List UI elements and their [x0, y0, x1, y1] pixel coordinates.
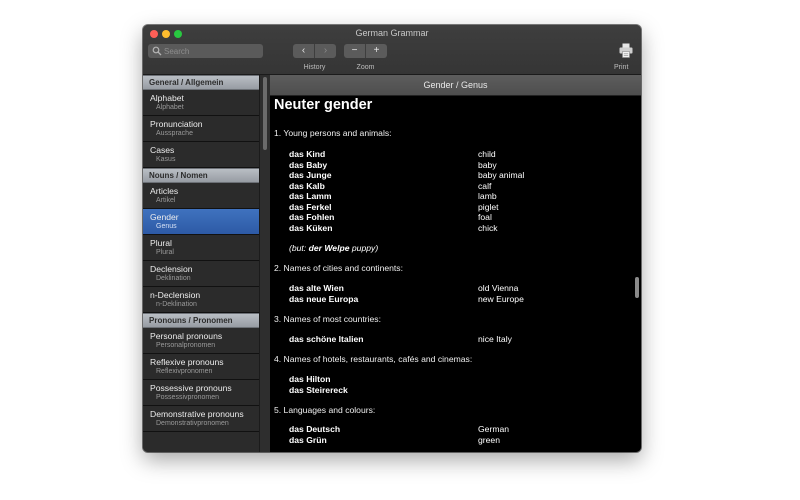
content-scroll-thumb[interactable] [635, 277, 639, 298]
term-de: das Grün [289, 434, 327, 445]
sidebar-item-gender[interactable]: Gender Genus [143, 209, 259, 235]
search-input[interactable] [164, 44, 258, 58]
term-de: das Fohlen [289, 212, 335, 222]
term-en: new Europe [478, 293, 524, 304]
sidebar-item-title: Plural [150, 238, 172, 248]
search-field[interactable] [148, 44, 263, 58]
section-header-pronouns: Pronouns / Pronomen [143, 313, 259, 328]
sidebar-item-subtitle: Kasus [156, 156, 176, 163]
zoom-in-button[interactable]: + [366, 44, 387, 58]
sidebar-item-possessive-pronouns[interactable]: Possessive pronouns Possessivpronomen [143, 380, 259, 406]
term-en: nice Italy [478, 334, 512, 344]
term-de: das alte Wien [289, 283, 344, 293]
term-en: foal [478, 212, 492, 222]
sidebar-item-plural[interactable]: Plural Plural [143, 235, 259, 261]
sidebar-item-title: Reflexive pronouns [150, 357, 224, 367]
section-heading: 4. Names of hotels, restaurants, cafés a… [274, 354, 473, 364]
sidebar-item-demonstrative-pronouns[interactable]: Demonstrative pronouns Demonstrativprono… [143, 406, 259, 432]
sidebar: General / Allgemein Alphabet Alphabet Pr… [143, 75, 259, 452]
sidebar-scroll-thumb[interactable] [263, 77, 267, 150]
sidebar-item-title: Personal pronouns [150, 331, 223, 341]
section-header-general: General / Allgemein [143, 75, 259, 90]
window-title: German Grammar [355, 28, 429, 38]
term-en: green [478, 434, 500, 445]
sidebar-item-subtitle: Plural [156, 249, 174, 256]
term-de: das Kalb [289, 180, 325, 191]
sidebar-item-articles[interactable]: Articles Artikel [143, 183, 259, 209]
sidebar-item-subtitle: Genus [156, 223, 177, 230]
term-de: das Ferkel [289, 201, 332, 212]
sidebar-item-declension[interactable]: Declension Deklination [143, 261, 259, 287]
sidebar-item-title: Gender [150, 212, 179, 222]
search-icon [152, 46, 162, 56]
history-control: ‹ › [293, 44, 336, 58]
sidebar-item-title: Demonstrative pronouns [150, 409, 244, 419]
sidebar-item-cases[interactable]: Cases Kasus [143, 142, 259, 168]
zoom-control: − + [344, 44, 387, 58]
sidebar-item-title: n-Declension [150, 290, 201, 300]
sidebar-item-title: Declension [150, 264, 193, 274]
app-window: German Grammar ‹ › History − + Zoom [143, 25, 641, 452]
term-de: das schöne Italien [289, 334, 364, 344]
printer-icon[interactable] [619, 43, 633, 58]
term-en: German [478, 424, 510, 434]
sidebar-item-subtitle: Deklination [156, 275, 191, 282]
term-en: old Vienna [478, 283, 519, 293]
sidebar-item-pronunciation[interactable]: Pronunciation Aussprache [143, 116, 259, 142]
sidebar-item-alphabet[interactable]: Alphabet Alphabet [143, 90, 259, 116]
sidebar-item-n-declension[interactable]: n-Declension n-Deklination [143, 287, 259, 313]
term-de: das neue Europa [289, 293, 359, 304]
sidebar-item-title: Cases [150, 145, 175, 155]
print-label: Print [614, 64, 629, 71]
term-de: das Kind [289, 149, 326, 159]
term-en: chick [478, 222, 498, 233]
sidebar-item-subtitle: Demonstrativpronomen [156, 420, 229, 427]
term-en: calf [478, 180, 492, 191]
term-de: das Deutsch [289, 424, 341, 434]
content-header: Gender / Genus [270, 75, 641, 96]
sidebar-item-personal-pronouns[interactable]: Personal pronouns Personalpronomen [143, 328, 259, 354]
section-header-nouns: Nouns / Nomen [143, 168, 259, 183]
term-en: piglet [478, 201, 499, 212]
page-title: Neuter gender [274, 97, 373, 113]
sidebar-item-subtitle: Possessivpronomen [156, 394, 220, 401]
history-label: History [303, 64, 326, 71]
term-en: child [478, 149, 496, 159]
term-en: baby animal [478, 170, 525, 180]
term-de: das Küken [289, 222, 333, 233]
term-de: das Hilton [289, 374, 331, 384]
sidebar-item-title: Alphabet [150, 93, 184, 103]
sidebar-item-title: Possessive pronouns [150, 383, 232, 393]
sidebar-item-subtitle: Alphabet [156, 104, 184, 111]
content-view: Neuter gender 1. Young persons and anima… [270, 96, 641, 452]
sidebar-item-subtitle: Artikel [156, 197, 176, 204]
sidebar-item-subtitle: n-Deklination [156, 301, 197, 308]
section-heading: 3. Names of most countries: [274, 314, 381, 324]
sidebar-item-title: Articles [150, 186, 179, 196]
sidebar-item-subtitle: Reflexivpronomen [156, 368, 213, 375]
term-en: baby [478, 159, 497, 170]
toolbar: German Grammar ‹ › History − + Zoom [143, 25, 641, 75]
sidebar-item-title: Pronunciation [150, 119, 203, 129]
term-de: das Junge [289, 170, 332, 180]
section-heading: 1. Young persons and animals: [274, 128, 392, 138]
term-en: lamb [478, 191, 497, 201]
back-button[interactable]: ‹ [293, 44, 314, 58]
sidebar-item-reflexive-pronouns[interactable]: Reflexive pronouns Reflexivpronomen [143, 354, 259, 380]
sidebar-item-subtitle: Aussprache [156, 130, 193, 137]
term-de: das Steirereck [289, 384, 348, 395]
term-de: das Lamm [289, 191, 332, 201]
term-de: das Baby [289, 159, 328, 170]
zoom-label: Zoom [356, 64, 375, 71]
exception-note: (but: der Welpe puppy) [289, 243, 379, 253]
forward-button[interactable]: › [315, 44, 336, 58]
section-heading: 5. Languages and colours: [274, 405, 376, 415]
sidebar-item-subtitle: Personalpronomen [156, 342, 216, 349]
zoom-out-button[interactable]: − [344, 44, 365, 58]
section-heading: 2. Names of cities and continents: [274, 263, 403, 273]
sidebar-scrollbar[interactable] [259, 75, 270, 452]
